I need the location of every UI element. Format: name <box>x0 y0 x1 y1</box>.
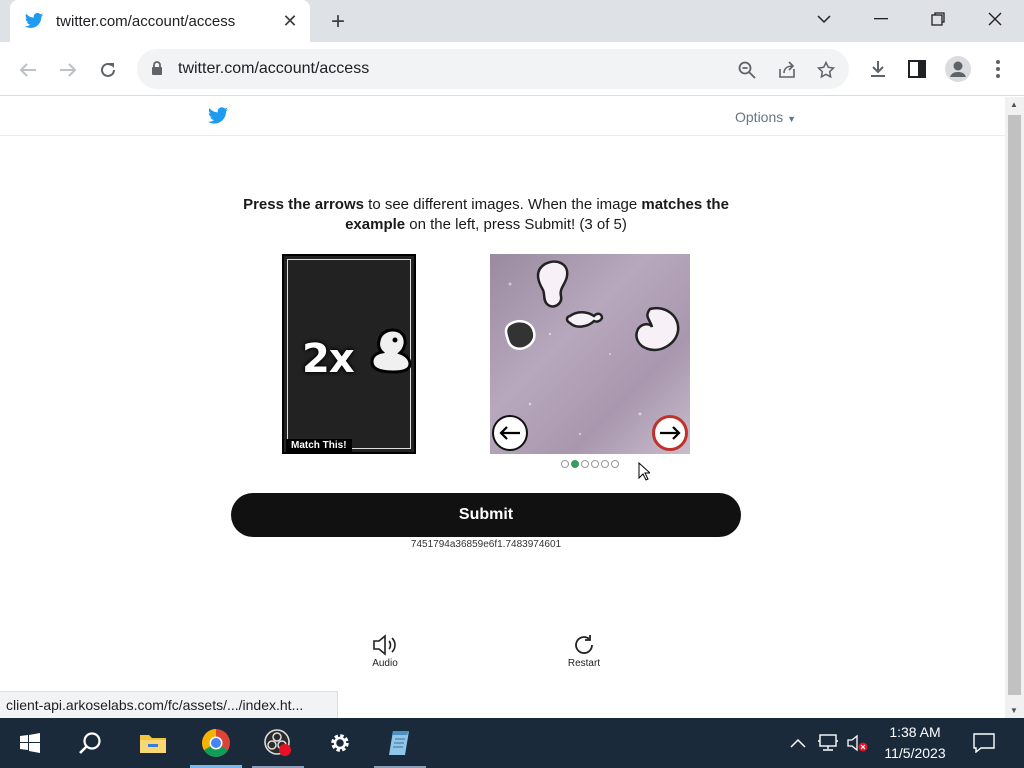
zoom-icon[interactable] <box>736 59 758 81</box>
bookmark-star-icon[interactable] <box>815 59 837 81</box>
back-arrow-icon <box>19 63 36 77</box>
pagination-dot-active[interactable] <box>571 460 579 468</box>
twitter-bird-icon <box>24 13 44 28</box>
forward-arrow-icon <box>60 63 77 77</box>
download-icon[interactable] <box>865 56 891 82</box>
audio-label: Audio <box>372 658 398 669</box>
restart-icon <box>575 635 593 654</box>
show-hidden-icons-chevron-icon[interactable] <box>784 718 812 768</box>
side-panel-icon[interactable] <box>904 56 930 82</box>
instructions-text-4: on the left, press Submit! (3 of 5) <box>405 216 627 233</box>
pagination-dot[interactable] <box>611 460 619 468</box>
tab-strip: twitter.com/account/access ✕ + <box>0 0 1024 42</box>
obs-taskbar-button[interactable] <box>248 718 308 768</box>
previous-image-button[interactable] <box>492 415 528 451</box>
reload-button[interactable] <box>94 56 122 84</box>
example-image: 2x Match This! <box>282 254 416 454</box>
forward-button[interactable] <box>54 56 82 84</box>
url-text[interactable]: twitter.com/account/access <box>178 60 369 78</box>
restart-label: Restart <box>567 658 601 669</box>
match-this-label: Match This! <box>286 439 352 452</box>
restart-button[interactable]: Restart <box>554 632 614 669</box>
mouse-cursor-icon <box>638 462 650 481</box>
pagination-dot[interactable] <box>601 460 609 468</box>
tab-search-icon[interactable] <box>796 0 852 38</box>
browser-tab[interactable]: twitter.com/account/access ✕ <box>10 0 310 42</box>
options-dropdown[interactable]: Options ▼ <box>735 109 796 125</box>
restore-button[interactable] <box>910 0 966 38</box>
profile-avatar-icon[interactable] <box>945 56 971 82</box>
share-icon[interactable] <box>776 59 798 81</box>
volume-muted-icon[interactable] <box>844 718 872 768</box>
lock-icon[interactable] <box>151 61 163 76</box>
settings-taskbar-button[interactable] <box>310 718 370 768</box>
gallery-pagination <box>561 460 619 468</box>
arrow-right-icon <box>660 426 681 440</box>
notepad-icon <box>389 731 409 755</box>
obs-recording-icon <box>264 729 291 756</box>
duck-icon <box>370 328 412 374</box>
search-icon <box>79 732 101 754</box>
twitter-logo-icon <box>208 107 228 124</box>
back-button[interactable] <box>14 56 42 84</box>
system-clock[interactable]: 1:38 AM 11/5/2023 <box>872 722 958 764</box>
scroll-down-icon[interactable]: ▼ <box>1010 706 1018 715</box>
minimize-button[interactable] <box>853 0 909 38</box>
close-window-button[interactable] <box>967 0 1023 38</box>
pagination-dot[interactable] <box>591 460 599 468</box>
windows-taskbar: 1:38 AM 11/5/2023 <box>0 718 1024 768</box>
chrome-taskbar-button[interactable] <box>186 718 246 768</box>
folder-icon <box>140 735 166 753</box>
arrow-left-icon <box>499 426 520 440</box>
notifications-icon[interactable] <box>966 718 1002 768</box>
twitter-header: Options ▼ <box>0 97 1005 136</box>
scrollbar-thumb[interactable] <box>1008 115 1021 695</box>
network-icon[interactable] <box>814 718 842 768</box>
instructions-bold-1: Press the arrows <box>243 196 364 213</box>
session-id: 7451794a36859e6f1.7483974601 <box>410 539 562 550</box>
start-button[interactable] <box>0 718 60 768</box>
file-explorer-button[interactable] <box>123 718 183 768</box>
clock-time: 1:38 AM <box>889 724 941 740</box>
pagination-dot[interactable] <box>581 460 589 468</box>
next-image-button[interactable] <box>652 415 688 451</box>
options-label: Options <box>735 109 784 125</box>
clock-date: 11/5/2023 <box>884 745 946 761</box>
example-multiplier-text: 2x <box>302 336 355 382</box>
windows-logo-icon <box>20 733 40 753</box>
captcha-gallery-image <box>490 254 690 454</box>
new-tab-button[interactable]: + <box>324 8 352 36</box>
status-bar-url: client-api.arkoselabs.com/fc/assets/.../… <box>0 691 338 718</box>
speaker-icon <box>373 634 396 656</box>
captcha-instructions: Press the arrows to see different images… <box>216 195 756 235</box>
submit-label: Submit <box>458 506 514 523</box>
instructions-text-2: to see different images. When the image <box>363 196 642 213</box>
page-content: Options ▼ Press the arrows to see differ… <box>0 97 1005 718</box>
caret-down-icon: ▼ <box>787 114 797 124</box>
reload-icon <box>101 62 115 77</box>
submit-button[interactable]: Submit <box>231 493 741 537</box>
address-bar[interactable]: twitter.com/account/access <box>137 49 849 89</box>
tab-title: twitter.com/account/access <box>56 12 236 30</box>
notepad-taskbar-button[interactable] <box>370 718 430 768</box>
scroll-up-icon[interactable]: ▲ <box>1010 100 1018 109</box>
search-button[interactable] <box>60 718 120 768</box>
pagination-dot[interactable] <box>561 460 569 468</box>
browser-toolbar: twitter.com/account/access <box>0 42 1024 96</box>
menu-kebab-icon[interactable] <box>985 56 1011 82</box>
gear-icon <box>331 734 349 752</box>
audio-button[interactable]: Audio <box>355 632 415 669</box>
tab-close-icon[interactable]: ✕ <box>278 9 302 33</box>
page-scrollbar[interactable]: ▲ ▼ <box>1005 97 1024 718</box>
chrome-icon <box>202 729 230 757</box>
